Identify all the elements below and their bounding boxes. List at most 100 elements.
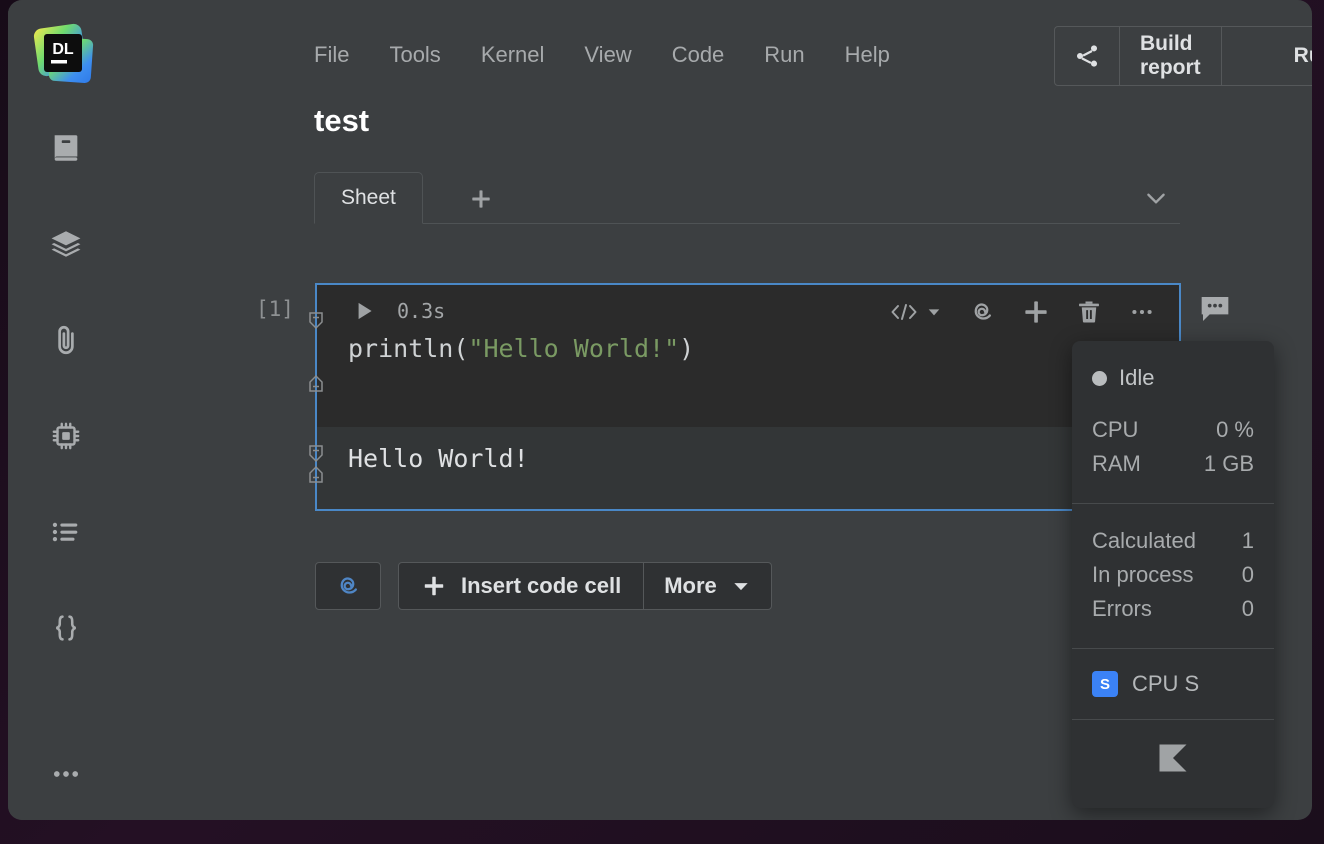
insert-code-cell-button[interactable]: Insert code cell (399, 563, 645, 609)
kernel-language-button[interactable] (1072, 720, 1274, 796)
machine-type-row[interactable]: S CPU S (1072, 649, 1274, 719)
add-sheet-button[interactable] (459, 178, 503, 220)
cell-exec-time: 0.3s (397, 299, 446, 323)
datalore-logo[interactable]: DL (30, 20, 102, 92)
sidebar-item-layers[interactable] (42, 220, 90, 268)
notebook-icon (54, 135, 78, 161)
cell-type-button[interactable] (889, 299, 943, 325)
insert-toolbar: Insert code cell More (315, 562, 772, 610)
menu-items: File Tools Kernel View Code Run Help (314, 40, 890, 70)
sheet-tab-bar: Sheet (314, 172, 1180, 224)
stat-value-calculated: 1 (1241, 528, 1254, 553)
braces-icon (55, 615, 77, 641)
fold-handle-top[interactable] (307, 311, 325, 333)
chevron-down-icon (1147, 193, 1165, 204)
ellipsis-icon (1132, 309, 1152, 315)
resource-row-ram: RAM 1 GB (1092, 447, 1254, 481)
menu-item-tools[interactable]: Tools (389, 40, 440, 70)
trash-icon (1079, 301, 1099, 323)
menu-item-file[interactable]: File (314, 40, 349, 70)
sidebar-item-attachments[interactable] (42, 316, 90, 364)
sidebar-item-notebook[interactable] (42, 124, 90, 172)
code-string-literal: "Hello World!" (468, 334, 680, 363)
menu-bar: File Tools Kernel View Code Run Help Bui… (124, 0, 1312, 110)
kernel-status-row: Idle (1072, 341, 1274, 401)
plus-icon (424, 576, 444, 596)
code-cell[interactable]: 0.3s (315, 283, 1181, 511)
resource-value-cpu: 0 % (1216, 417, 1254, 442)
top-actions-group: Build report Ru (1054, 26, 1312, 86)
insert-code-cell-label: Insert code cell (461, 573, 622, 598)
ellipsis-icon (53, 771, 79, 777)
layers-icon (51, 231, 81, 257)
sidebar-item-variables[interactable] (42, 604, 90, 652)
play-icon (358, 302, 372, 320)
cell-add-button[interactable] (1021, 297, 1051, 327)
chevron-down-icon (734, 583, 748, 591)
fold-handle-output-bottom[interactable] (307, 462, 325, 484)
fold-handle-bottom[interactable] (307, 371, 325, 393)
kotlin-icon (1159, 744, 1187, 772)
sidebar-item-compute[interactable] (42, 412, 90, 460)
machine-type-label: CPU S (1132, 671, 1200, 696)
resource-label-cpu: CPU (1092, 417, 1139, 442)
svg-text:DL: DL (52, 41, 74, 58)
fold-collapse-icon (309, 374, 323, 392)
stat-label-in-process: In process (1092, 562, 1194, 587)
insert-cell-group: Insert code cell More (398, 562, 772, 610)
comment-icon (1201, 297, 1229, 321)
ai-spiral-icon (340, 577, 357, 594)
menu-item-kernel[interactable]: Kernel (481, 40, 545, 70)
sidebar-item-outline[interactable] (42, 508, 90, 556)
insert-more-button[interactable]: More (644, 563, 771, 609)
chip-icon (52, 422, 80, 450)
app-window: DL File Tools Kernel View Code Run Help … (8, 0, 1312, 820)
kernel-status-label: Idle (1119, 365, 1155, 390)
stat-row-calculated: Calculated 1 (1092, 524, 1254, 558)
ai-assistant-button[interactable] (315, 562, 381, 610)
cell-code-text: println("Hello World!") (348, 334, 694, 363)
cell-ai-button[interactable] (967, 297, 997, 327)
ai-spiral-icon (974, 303, 991, 320)
menu-item-run[interactable]: Run (764, 40, 804, 70)
menu-item-code[interactable]: Code (672, 40, 725, 70)
tab-sheet[interactable]: Sheet (314, 172, 423, 224)
cell-comment-button[interactable] (1199, 294, 1231, 324)
stat-row-in-process: In process 0 (1092, 558, 1254, 592)
code-type-icon (891, 304, 917, 320)
menu-item-view[interactable]: View (584, 40, 631, 70)
share-icon (1076, 45, 1098, 67)
kernel-status-panel: Idle CPU 0 % RAM 1 GB Calculated 1 In pr… (1072, 341, 1274, 808)
share-button[interactable] (1055, 27, 1120, 85)
insert-more-label: More (664, 573, 717, 598)
cell-toolbar (889, 297, 1157, 327)
fold-collapse-icon (309, 465, 323, 483)
cell-more-button[interactable] (1127, 299, 1157, 325)
machine-size-badge: S (1092, 671, 1118, 697)
run-button[interactable]: Ru (1222, 27, 1312, 85)
chevron-down-icon (928, 309, 940, 316)
stat-value-errors: 0 (1241, 596, 1254, 621)
paperclip-icon (58, 325, 74, 355)
stat-label-errors: Errors (1092, 596, 1152, 621)
sidebar-more-button[interactable] (42, 750, 90, 798)
code-prefix: println( (348, 334, 469, 363)
build-report-button[interactable]: Build report (1120, 27, 1222, 85)
left-sidebar: DL (8, 0, 124, 820)
resource-label-ram: RAM (1092, 451, 1141, 476)
stat-row-errors: Errors 0 (1092, 592, 1254, 626)
cell-delete-button[interactable] (1075, 297, 1103, 327)
cell-index-label: [1] (256, 297, 294, 321)
cell-output-text: Hello World! (348, 444, 529, 473)
resource-row-cpu: CPU 0 % (1092, 413, 1254, 447)
sheet-options-button[interactable] (1138, 180, 1174, 216)
list-icon (52, 522, 78, 542)
resource-value-ram: 1 GB (1203, 451, 1254, 476)
run-cell-button[interactable] (351, 298, 377, 324)
plus-icon (472, 190, 490, 208)
code-suffix: ) (679, 334, 695, 363)
kernel-resources: CPU 0 % RAM 1 GB (1072, 401, 1274, 503)
kernel-stats: Calculated 1 In process 0 Errors 0 (1072, 504, 1274, 648)
menu-item-help[interactable]: Help (845, 40, 890, 70)
page-title: test (314, 103, 370, 138)
